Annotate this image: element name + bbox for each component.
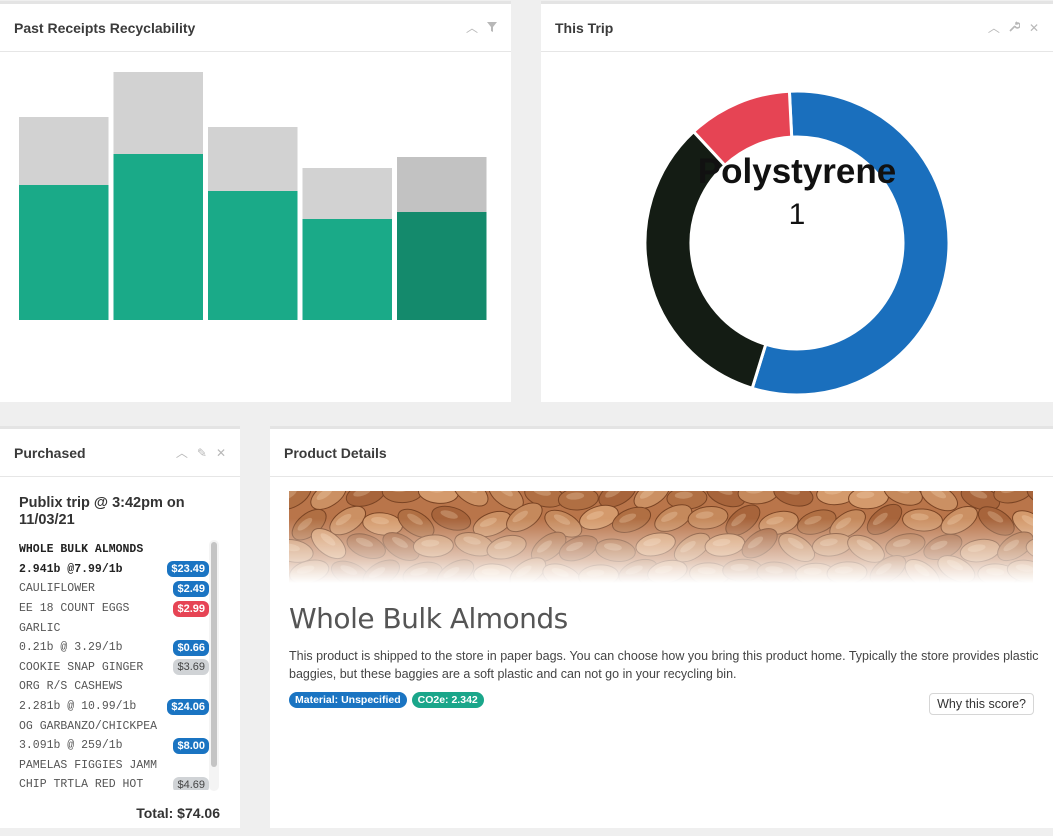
price-badge: $24.06 <box>167 698 209 715</box>
receipt-line[interactable]: EE 18 COUNT EGGS $2.99 <box>19 599 209 619</box>
panel-title: Purchased <box>14 444 86 461</box>
pencil-icon[interactable]: ✎ <box>197 447 207 459</box>
receipt-line-text: 0.21b @ 3.29/1b <box>19 641 123 655</box>
receipt-line[interactable]: PAMELAS FIGGIES JAMM <box>19 756 209 776</box>
product-description: This product is shipped to the store in … <box>289 649 1039 681</box>
filter-icon[interactable] <box>487 21 497 34</box>
material-badge: Material: Unspecified <box>289 692 407 708</box>
scrollbar-thumb[interactable] <box>211 542 217 767</box>
price-badge: $8.00 <box>173 737 209 754</box>
panel-header: Product Details <box>270 429 1053 477</box>
price-badge: $3.69 <box>173 659 209 676</box>
receipt-line-text: WHOLE BULK ALMONDS <box>19 543 144 557</box>
price-badge: $2.99 <box>173 600 209 617</box>
price-badge: $23.49 <box>167 561 209 578</box>
bar-recyclable[interactable] <box>302 219 393 320</box>
bar-nonrecyclable[interactable] <box>397 157 487 212</box>
panel-title: Product Details <box>284 444 387 461</box>
bar-nonrecyclable[interactable] <box>19 117 109 185</box>
wrench-icon[interactable] <box>1009 21 1021 34</box>
bar-recyclable[interactable] <box>208 191 298 320</box>
bar-nonrecyclable[interactable] <box>208 127 298 191</box>
donut-center-label: Polystyrene <box>697 152 897 191</box>
why-score-button[interactable]: Why this score? <box>929 693 1034 715</box>
price-badge: $2.49 <box>173 580 209 597</box>
bar-recyclable[interactable] <box>113 154 204 320</box>
this-trip-panel: This Trip ︿ ✕ Polystyrene 1 <box>541 1 1053 402</box>
bar-recyclable[interactable] <box>19 185 109 320</box>
co2-badge: CO2e: 2.342 <box>411 692 484 708</box>
receipt-line[interactable]: CHIP TRTLA RED HOT $4.69 <box>19 775 209 790</box>
chevron-up-icon[interactable]: ︿ <box>466 22 478 34</box>
close-icon[interactable]: ✕ <box>216 447 226 459</box>
bar-recyclable[interactable] <box>397 212 487 320</box>
receipt-line[interactable]: 3.091b @ 259/1b $8.00 <box>19 736 209 756</box>
trip-title: Publix trip @ 3:42pm on 11/03/21 <box>19 495 185 528</box>
product-name: Whole Bulk Almonds <box>289 602 568 635</box>
receipt-scrollbar[interactable] <box>209 540 219 791</box>
receipt-line[interactable]: ORG R/S CASHEWS <box>19 677 209 697</box>
donut-center-value: 1 <box>788 198 806 231</box>
receipt-line-text: ORG R/S CASHEWS <box>19 680 123 694</box>
receipt-line[interactable]: WHOLE BULK ALMONDS <box>19 540 209 560</box>
chevron-up-icon[interactable]: ︿ <box>988 22 1000 34</box>
receipt-line[interactable]: CAULIFLOWER $2.49 <box>19 579 209 599</box>
bar-nonrecyclable[interactable] <box>302 168 393 219</box>
receipt-line-text: GARLIC <box>19 621 61 635</box>
receipt-line-text: 3.091b @ 259/1b <box>19 739 123 753</box>
receipt-line-text: PAMELAS FIGGIES JAMM <box>19 758 158 772</box>
receipt-line[interactable]: COOKIE SNAP GINGER $3.69 <box>19 658 209 678</box>
price-badge: $4.69 <box>173 776 209 790</box>
receipt-line-text: CAULIFLOWER <box>19 582 95 596</box>
product-hero-image <box>289 491 1033 583</box>
chevron-up-icon[interactable]: ︿ <box>176 447 188 459</box>
past-receipts-panel: Past Receipts Recyclability ︿ <box>0 1 511 402</box>
receipt-line[interactable]: GARLIC <box>19 618 209 638</box>
close-icon[interactable]: ✕ <box>1029 22 1039 34</box>
receipt-line-text: 2.281b @ 10.99/1b <box>19 700 137 714</box>
panel-header: Purchased ︿ ✎ ✕ <box>0 429 240 477</box>
receipt-line[interactable]: 2.941b @7.99/1b $23.49 <box>19 560 209 580</box>
bar-nonrecyclable[interactable] <box>113 72 204 154</box>
receipt-line-text: COOKIE SNAP GINGER <box>19 660 144 674</box>
receipt-line-text: 2.941b @7.99/1b <box>19 562 123 576</box>
receipt-line[interactable]: 2.281b @ 10.99/1b $24.06 <box>19 697 209 717</box>
receipt-line-text: OG GARBANZO/CHICKPEA <box>19 719 158 733</box>
receipt-line-text: EE 18 COUNT EGGS <box>19 602 130 616</box>
price-badge: $0.66 <box>173 639 209 656</box>
purchased-panel: Purchased ︿ ✎ ✕ Publix trip @ 3:42pm on … <box>0 426 240 828</box>
recyclability-bar-chart <box>19 72 487 320</box>
receipt-line-text: CHIP TRTLA RED HOT <box>19 778 144 790</box>
panel-header: Past Receipts Recyclability ︿ <box>0 4 511 52</box>
receipt-line[interactable]: OG GARBANZO/CHICKPEA <box>19 716 209 736</box>
receipt-list[interactable]: WHOLE BULK ALMONDS 2.941b @7.99/1b $23.49 C… <box>19 540 209 790</box>
panel-title: This Trip <box>555 19 614 36</box>
panel-header: This Trip ︿ ✕ <box>541 4 1053 52</box>
product-details-panel: Product Details Whole Bulk Almonds This … <box>270 426 1053 828</box>
receipt-line[interactable]: 0.21b @ 3.29/1b $0.66 <box>19 638 209 658</box>
panel-title: Past Receipts Recyclability <box>14 19 196 36</box>
receipt-total: Total: $74.06 <box>136 805 220 821</box>
